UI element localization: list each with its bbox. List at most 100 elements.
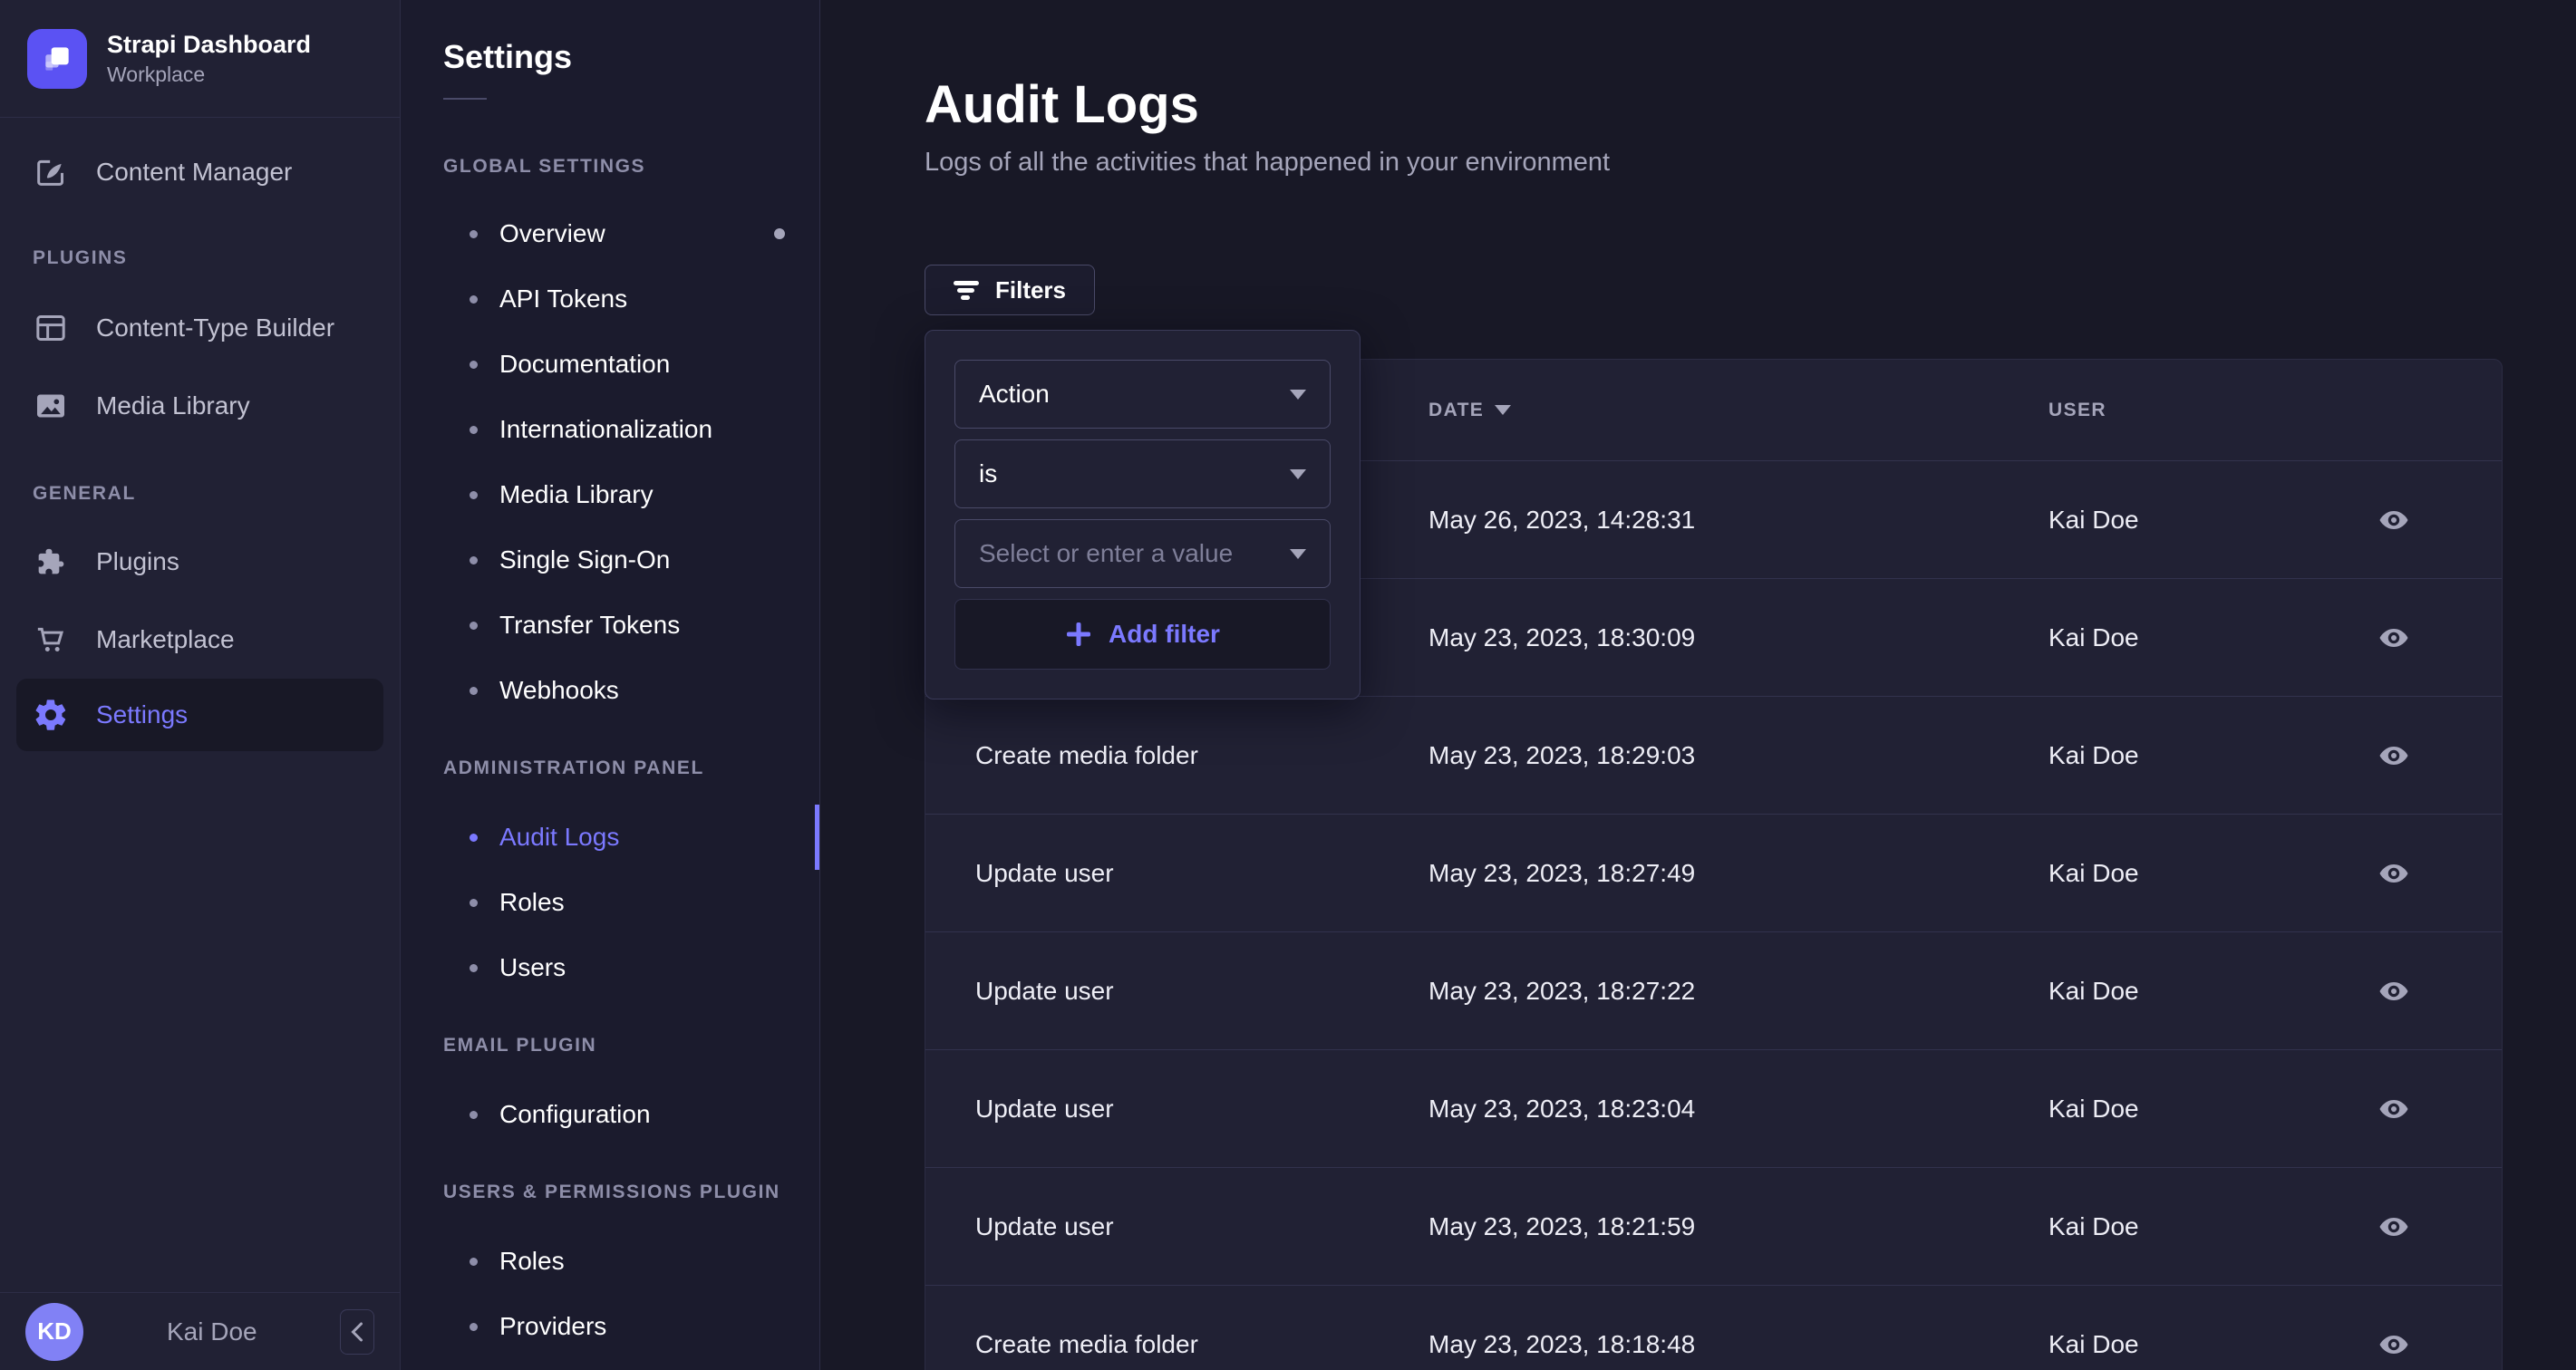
column-header-date[interactable]: DATE xyxy=(1428,400,2048,421)
eye-icon xyxy=(2379,981,2408,1000)
bullet-icon xyxy=(470,555,478,564)
add-filter-label: Add filter xyxy=(1109,620,1220,648)
bullet-icon xyxy=(470,898,478,907)
filter-operator-value: is xyxy=(979,459,998,487)
cell-action: Update user xyxy=(975,976,1114,1005)
chevron-left-icon xyxy=(351,1322,363,1341)
filter-value-select[interactable]: Select or enter a value xyxy=(954,519,1331,588)
view-log-button[interactable] xyxy=(2373,739,2415,772)
sidebar-section-general: GENERAL xyxy=(33,483,136,504)
cell-user: Kai Doe xyxy=(2048,505,2139,534)
cell-action: Update user xyxy=(975,1211,1114,1240)
puzzle-icon xyxy=(38,548,64,574)
subnav-section-email-plugin: EMAIL PLUGIN xyxy=(443,1035,597,1056)
workspace-subtitle: Workplace xyxy=(107,63,206,87)
workspace-brand[interactable]: Strapi Dashboard Workplace xyxy=(0,0,400,118)
subnav-item-transfer-tokens[interactable]: Transfer Tokens xyxy=(401,593,819,658)
subnav-item-label: Users xyxy=(499,953,567,981)
sidebar-item-settings[interactable]: Settings xyxy=(16,679,383,751)
subnav-item-label: Transfer Tokens xyxy=(499,611,681,639)
sidebar-item-label: Media Library xyxy=(96,391,250,420)
subnav-item-label: Providers xyxy=(499,1312,607,1340)
filters-button-label: Filters xyxy=(994,275,1067,304)
subnav-item-audit-logs[interactable]: Audit Logs xyxy=(401,805,819,870)
view-log-button[interactable] xyxy=(2373,975,2415,1008)
sidebar-user-row: KD Kai Doe xyxy=(0,1292,400,1370)
sidebar-section-plugins: PLUGINS xyxy=(33,247,128,268)
subnav-item-label: Internationalization xyxy=(499,415,713,443)
subnav-item-documentation[interactable]: Documentation xyxy=(401,332,819,397)
view-log-button[interactable] xyxy=(2373,504,2415,536)
add-filter-button[interactable]: Add filter xyxy=(954,599,1331,670)
column-header-user[interactable]: USER xyxy=(2048,400,2348,421)
table-row[interactable]: Update user May 23, 2023, 18:27:49 Kai D… xyxy=(925,815,2502,932)
page-title: Audit Logs xyxy=(925,75,1199,134)
cell-user: Kai Doe xyxy=(2048,858,2139,887)
sidebar-item-label: Content-Type Builder xyxy=(96,314,335,342)
cell-date: May 23, 2023, 18:30:09 xyxy=(1428,622,1696,651)
subnav-item-label: Single Sign-On xyxy=(499,545,671,574)
avatar[interactable]: KD xyxy=(25,1302,83,1361)
table-row[interactable]: Update user May 23, 2023, 18:23:04 Kai D… xyxy=(925,1050,2502,1168)
subnav-item-single-sign-on[interactable]: Single Sign-On xyxy=(401,527,819,593)
subnav-section-users-permissions: USERS & PERMISSIONS PLUGIN xyxy=(443,1182,780,1202)
subnav-item-roles-up[interactable]: Roles xyxy=(401,1229,819,1294)
sidebar-item-label: Content Manager xyxy=(96,158,293,186)
subnav-item-webhooks[interactable]: Webhooks xyxy=(401,658,819,723)
subnav-item-internationalization[interactable]: Internationalization xyxy=(401,397,819,462)
page-subtitle: Logs of all the activities that happened… xyxy=(925,148,1611,177)
view-log-button[interactable] xyxy=(2373,622,2415,654)
subnav-item-users[interactable]: Users xyxy=(401,935,819,1000)
subnav-item-label: Overview xyxy=(499,219,605,247)
subnav-item-providers[interactable]: Providers xyxy=(401,1294,819,1359)
subnav-item-api-tokens[interactable]: API Tokens xyxy=(401,266,819,332)
eye-icon xyxy=(2379,1217,2408,1236)
collapse-sidebar-button[interactable] xyxy=(340,1308,374,1355)
sidebar-item-label: Plugins xyxy=(96,547,179,575)
subnav-item-configuration[interactable]: Configuration xyxy=(401,1082,819,1147)
filter-field-select[interactable]: Action xyxy=(954,360,1331,429)
bullet-icon xyxy=(470,833,478,842)
user-name: Kai Doe xyxy=(167,1317,257,1346)
cell-date: May 23, 2023, 18:21:59 xyxy=(1428,1211,1696,1240)
sidebar-nav: Content Manager PLUGINS Content-Type Bui… xyxy=(0,118,400,751)
subnav-item-label: API Tokens xyxy=(499,285,628,313)
bullet-icon xyxy=(470,1322,478,1331)
shopping-cart-icon xyxy=(37,627,64,651)
cell-user: Kai Doe xyxy=(2048,740,2139,769)
cell-user: Kai Doe xyxy=(2048,1329,2139,1358)
bullet-icon xyxy=(470,360,478,369)
view-log-button[interactable] xyxy=(2373,857,2415,890)
sidebar-item-content-type-builder[interactable]: Content-Type Builder xyxy=(0,289,400,367)
subnav-item-roles-admin[interactable]: Roles xyxy=(401,870,819,935)
cell-action: Update user xyxy=(975,858,1114,887)
filters-button[interactable]: Filters xyxy=(925,265,1095,315)
sidebar-item-media-library[interactable]: Media Library xyxy=(0,367,400,445)
subnav-item-label: Webhooks xyxy=(499,676,619,704)
subnav-section-administration-panel: ADMINISTRATION PANEL xyxy=(443,757,704,778)
filter-popover: Action is Select or enter a value Add fi… xyxy=(925,330,1361,699)
cell-date: May 23, 2023, 18:23:04 xyxy=(1428,1094,1696,1123)
table-row[interactable]: Update user May 23, 2023, 18:21:59 Kai D… xyxy=(925,1168,2502,1286)
bullet-icon xyxy=(470,1257,478,1266)
bullet-icon xyxy=(470,229,478,238)
filter-operator-select[interactable]: is xyxy=(954,439,1331,508)
strapi-logo-icon xyxy=(27,28,87,89)
subnav-item-media-library[interactable]: Media Library xyxy=(401,462,819,527)
chevron-down-icon xyxy=(1290,468,1306,479)
eye-icon xyxy=(2379,1099,2408,1118)
cell-date: May 26, 2023, 14:28:31 xyxy=(1428,505,1696,534)
sidebar-item-marketplace[interactable]: Marketplace xyxy=(0,601,400,679)
view-log-button[interactable] xyxy=(2373,1093,2415,1125)
bullet-icon xyxy=(470,425,478,434)
sidebar-item-content-manager[interactable]: Content Manager xyxy=(0,133,400,211)
table-row[interactable]: Update user May 23, 2023, 18:27:22 Kai D… xyxy=(925,932,2502,1050)
cell-action: Create media folder xyxy=(975,1329,1198,1358)
table-row[interactable]: Create media folder May 23, 2023, 18:18:… xyxy=(925,1286,2502,1370)
subnav-item-overview[interactable]: Overview xyxy=(401,201,819,266)
sidebar-item-plugins[interactable]: Plugins xyxy=(0,523,400,601)
view-log-button[interactable] xyxy=(2373,1211,2415,1243)
chevron-down-icon xyxy=(1290,548,1306,559)
view-log-button[interactable] xyxy=(2373,1328,2415,1361)
table-row[interactable]: Create media folder May 23, 2023, 18:29:… xyxy=(925,697,2502,815)
